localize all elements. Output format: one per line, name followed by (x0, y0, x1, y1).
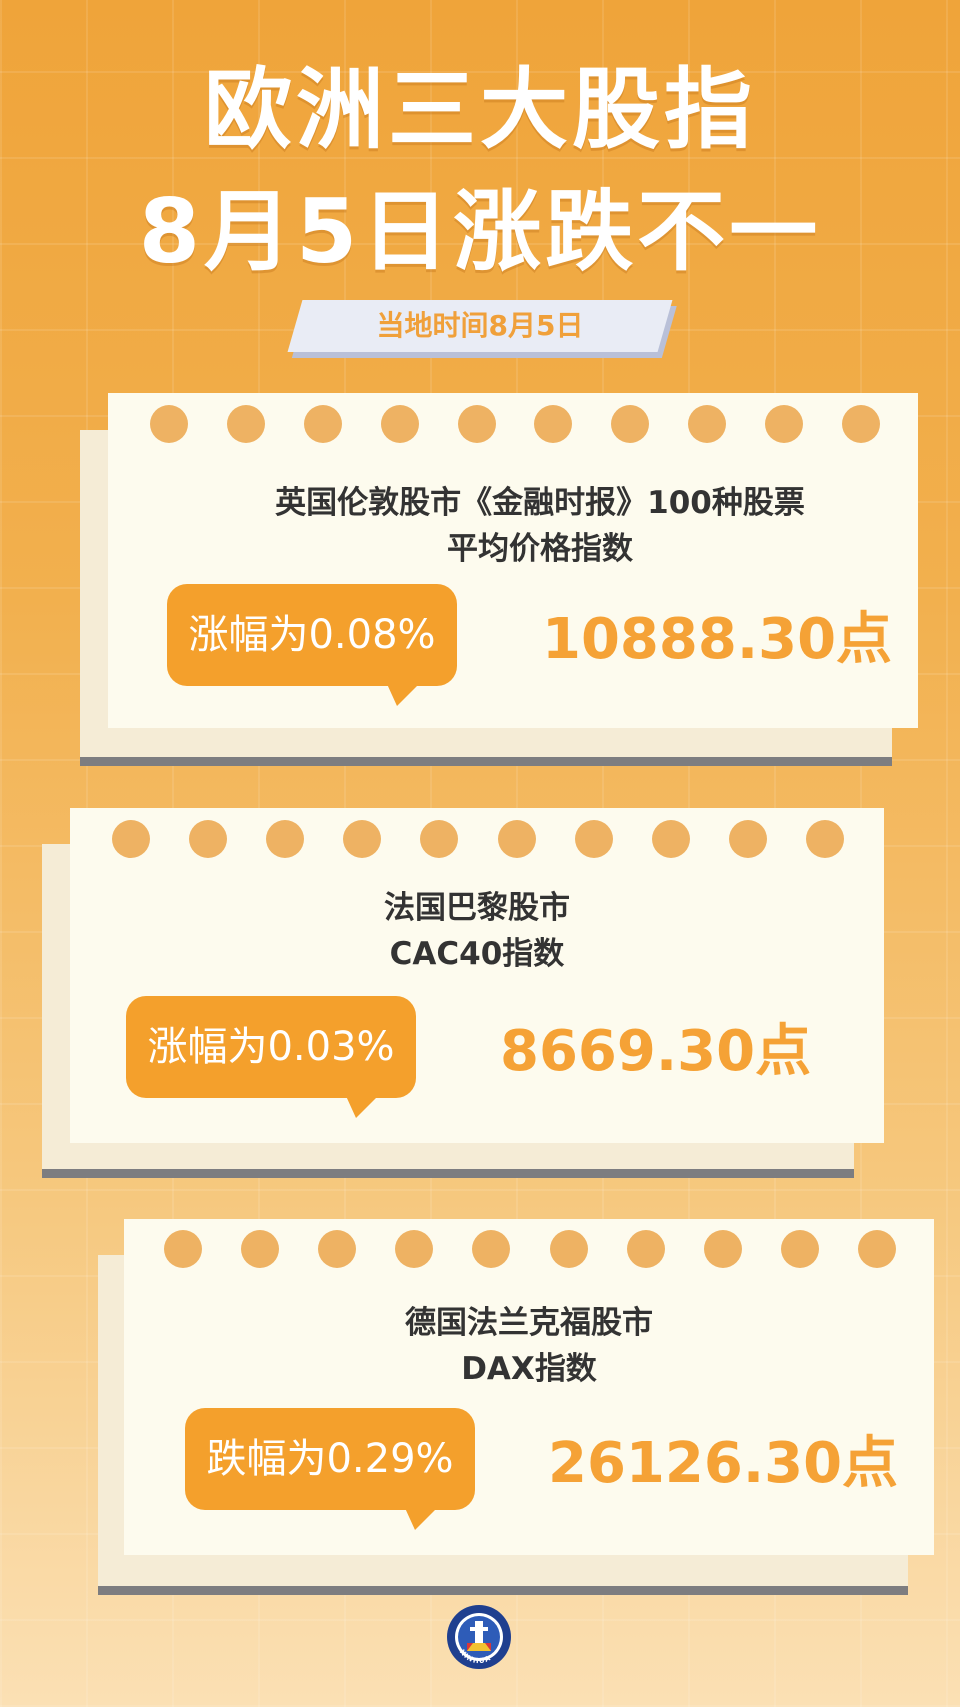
binder-hole (626, 1230, 665, 1268)
card-title: 德国法兰克福股市 DAX指数 (124, 1300, 934, 1392)
binder-hole (574, 820, 613, 858)
binder-hole (420, 820, 459, 858)
binder-hole (343, 820, 382, 858)
binder-hole (651, 820, 690, 858)
binder-hole (266, 820, 305, 858)
binder-hole (805, 820, 844, 858)
page-title-line1: 欧洲三大股指 (203, 58, 756, 161)
binder-hole (226, 405, 265, 443)
card-title-line1: 英国伦敦股市《金融时报》100种股票 (275, 485, 805, 521)
binder-hole (857, 1230, 896, 1268)
binder-hole (765, 405, 803, 443)
binder-hole (534, 405, 573, 443)
binder-hole (611, 405, 650, 443)
change-badge: 涨幅为0.03% (126, 996, 416, 1118)
binder-hole (688, 405, 727, 443)
binder-hole (395, 1230, 434, 1268)
binder-holes (112, 820, 844, 858)
card-title: 法国巴黎股市 CAC40指数 (70, 885, 884, 977)
change-label: 涨幅为0.08% (188, 612, 436, 658)
date-tag: 当地时间8月5日 (376, 309, 584, 342)
binder-hole (457, 405, 496, 443)
card-title-line1: 德国法兰克福股市 (405, 1305, 653, 1341)
index-value: 10888.30点 (542, 607, 893, 672)
card-title-line2: DAX指数 (461, 1351, 597, 1387)
change-badge: 涨幅为0.08% (167, 584, 457, 706)
card-title-line2: CAC40指数 (389, 936, 565, 972)
binder-hole (472, 1230, 511, 1268)
xinhua-logo: XINHUA (445, 1603, 513, 1671)
page-title-line2: 8月5日涨跌不一 (138, 180, 822, 283)
card-title-line1: 法国巴黎股市 (384, 890, 570, 926)
binder-hole (318, 1230, 357, 1268)
card-title: 英国伦敦股市《金融时报》100种股票 平均价格指数 (150, 480, 930, 572)
binder-hole (189, 820, 228, 858)
binder-hole (241, 1230, 280, 1268)
binder-hole (728, 820, 767, 858)
binder-holes (164, 1230, 896, 1268)
binder-hole (150, 405, 188, 443)
binder-hole (497, 820, 536, 858)
binder-hole (380, 405, 419, 443)
xinhua-logo-icon: XINHUA (447, 1605, 511, 1669)
binder-hole (780, 1230, 819, 1268)
binder-hole (841, 405, 880, 443)
change-label: 涨幅为0.03% (147, 1024, 395, 1070)
binder-hole (303, 405, 342, 443)
binder-hole (703, 1230, 742, 1268)
change-badge: 跌幅为0.29% (185, 1408, 475, 1530)
index-value: 26126.30点 (548, 1431, 899, 1496)
binder-hole (549, 1230, 588, 1268)
binder-hole (164, 1230, 202, 1268)
binder-holes (150, 405, 880, 443)
binder-hole (112, 820, 150, 858)
change-label: 跌幅为0.29% (206, 1436, 454, 1482)
index-value: 8669.30点 (500, 1019, 812, 1084)
card-title-line2: 平均价格指数 (447, 531, 633, 567)
